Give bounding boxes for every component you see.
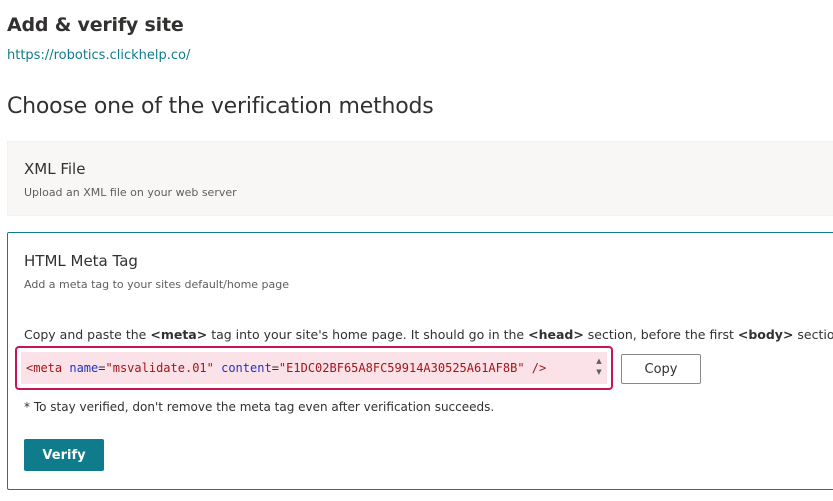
scroll-down-icon[interactable]: ▼ bbox=[594, 367, 604, 378]
meta-content-attr: content bbox=[221, 361, 272, 375]
instruction-body-keyword: <body> bbox=[737, 327, 794, 342]
scroll-up-icon[interactable]: ▲ bbox=[594, 356, 604, 367]
site-url-link[interactable]: https://robotics.clickhelp.co/ bbox=[7, 48, 190, 63]
instruction-text: tag into your site's home page. It shoul… bbox=[207, 327, 529, 342]
equals-sign: = bbox=[271, 361, 279, 375]
meta-tag-code-box[interactable]: <meta name="msvalidate.01" content="E1DC… bbox=[15, 346, 613, 390]
instruction-meta-keyword: <meta> bbox=[150, 327, 208, 342]
scrollbar-arrows[interactable]: ▲ ▼ bbox=[594, 356, 604, 382]
meta-tag-instruction: Copy and paste the <meta> tag into your … bbox=[24, 327, 833, 342]
copy-button[interactable]: Copy bbox=[621, 354, 701, 384]
instruction-head-keyword: <head> bbox=[528, 327, 584, 342]
meta-name-value: "msvalidate.01" bbox=[105, 361, 214, 375]
equals-sign: = bbox=[98, 361, 106, 375]
meta-name-attr: name bbox=[69, 361, 99, 375]
instruction-text: Copy and paste the bbox=[24, 327, 151, 342]
instruction-text: section, before the first bbox=[583, 327, 738, 342]
meta-open-token: <meta bbox=[26, 361, 63, 375]
meta-tag-code[interactable]: <meta name="msvalidate.01" content="E1DC… bbox=[21, 352, 607, 384]
verify-button[interactable]: Verify bbox=[24, 439, 104, 471]
instruction-text: section. bbox=[797, 327, 833, 342]
meta-content-value: "E1DC02BF65A8FC59914A30525A61AF8B" bbox=[278, 361, 525, 375]
meta-close-token: /> bbox=[531, 361, 547, 375]
xml-file-method-card[interactable]: XML File Upload an XML file on your web … bbox=[7, 141, 833, 216]
xml-file-title: XML File bbox=[24, 160, 86, 178]
verification-methods-heading: Choose one of the verification methods bbox=[7, 94, 434, 119]
html-meta-tag-method-card[interactable]: HTML Meta Tag Add a meta tag to your sit… bbox=[7, 232, 833, 490]
xml-file-description: Upload an XML file on your web server bbox=[24, 186, 237, 199]
page-title: Add & verify site bbox=[7, 14, 184, 36]
verification-note: * To stay verified, don't remove the met… bbox=[24, 400, 495, 414]
html-meta-tag-description: Add a meta tag to your sites default/hom… bbox=[24, 278, 290, 291]
html-meta-tag-title: HTML Meta Tag bbox=[24, 252, 138, 270]
